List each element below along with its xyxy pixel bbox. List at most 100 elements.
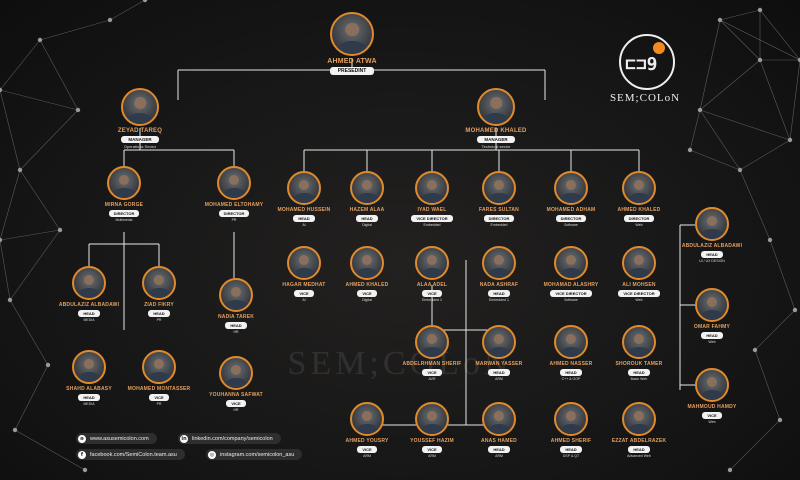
avatar-torso <box>127 113 153 124</box>
role-badge: DIRECTOR <box>108 210 140 217</box>
avatar-torso <box>628 193 650 203</box>
person-name: EZZAT ABDELRAZEK <box>611 438 667 444</box>
avatar-head <box>361 254 373 265</box>
role-badge: PRESEDINT <box>329 67 375 75</box>
avatar-head <box>633 179 645 190</box>
avatar <box>142 350 176 384</box>
person-name: IYAD WAEL <box>417 207 447 213</box>
person-card-youhanna: YOUHANNA SAFWAT VICE HR <box>181 356 291 412</box>
avatar <box>554 171 588 205</box>
avatar-torso <box>488 347 510 357</box>
department-label: Embedded 1 <box>422 298 442 302</box>
department-label: Software <box>564 298 578 302</box>
avatar <box>107 166 141 200</box>
avatar-head <box>230 286 242 297</box>
department-label: Web <box>708 340 716 344</box>
avatar-torso <box>78 288 100 298</box>
avatar-head <box>230 364 242 375</box>
avatar-torso <box>421 347 443 357</box>
linkedin-link[interactable]: in linkedin.com/company/semicolon <box>178 433 281 444</box>
avatar-head <box>298 254 310 265</box>
avatar-torso <box>560 193 582 203</box>
avatar <box>622 402 656 436</box>
avatar <box>482 325 516 359</box>
department-label: PR <box>231 218 237 222</box>
role-badge: DIRECTOR <box>483 215 515 222</box>
avatar-head <box>361 179 373 190</box>
department-label: Digital <box>362 223 372 227</box>
role-badge: DIRECTOR <box>218 210 250 217</box>
avatar-torso <box>356 424 378 434</box>
department-label: Basic Web <box>630 377 648 381</box>
person-card-mirna: MIRNA GORGE DIRECTOR Multimedia <box>69 166 179 222</box>
person-name: MOHAMED KHALED <box>465 128 527 134</box>
avatar <box>695 288 729 322</box>
avatar <box>554 325 588 359</box>
org-chart: SEM;COLoN ⊏⊐9 SEM;COLoN AHMED ATWA PRESED… <box>0 0 800 480</box>
avatar <box>622 325 656 359</box>
department-label: PR <box>156 318 162 322</box>
avatar-torso <box>483 113 509 124</box>
person-name: SHOROUK TAMER <box>615 361 663 367</box>
avatar <box>72 266 106 300</box>
logo-glyph: ⊏⊐9 <box>625 54 658 75</box>
department-label: AI <box>302 298 306 302</box>
person-name: ALI MOHSEN <box>622 282 656 288</box>
department-label: MEDIA <box>83 402 95 406</box>
avatar <box>482 171 516 205</box>
instagram-link[interactable]: ◎ instagram.com/semicolon_asu <box>206 449 303 460</box>
avatar-head <box>490 97 502 110</box>
role-badge: VICE <box>357 446 377 453</box>
person-card-zeyad: ZEYAD TAREQ MANAGER Operations Sector <box>85 88 195 149</box>
department-label: AVR <box>428 377 436 381</box>
role-badge: MANAGER <box>121 136 159 143</box>
person-name: ANAS HAMED <box>481 438 517 444</box>
avatar <box>482 402 516 436</box>
avatar-torso <box>225 300 247 310</box>
person-card-mkhaled: MOHAMED KHALED MANAGER Technical sector <box>441 88 551 149</box>
avatar-head <box>426 179 438 190</box>
facebook-icon: f <box>78 450 86 459</box>
person-name: YOUHANNA SAFWAT <box>209 392 263 398</box>
role-badge: VICE DIRECTOR <box>618 290 660 297</box>
role-badge: HEAD <box>701 332 723 339</box>
department-label: Digital <box>362 298 372 302</box>
avatar-head <box>565 410 577 421</box>
person-card-atwa: AHMED ATWA PRESEDINT <box>297 12 407 75</box>
role-badge: VICE <box>226 400 246 407</box>
department-label: ARM <box>428 454 436 458</box>
avatar-head <box>565 254 577 265</box>
avatar-head <box>361 410 373 421</box>
department-label: PR <box>156 402 162 406</box>
avatar-torso <box>421 424 443 434</box>
person-name: NADA ASHRAF <box>479 282 519 288</box>
role-badge: HEAD <box>628 369 650 376</box>
department-label: Technical sector <box>481 144 511 149</box>
avatar <box>622 171 656 205</box>
avatar-head <box>153 274 165 285</box>
role-badge: HEAD <box>78 310 100 317</box>
avatar-torso <box>628 347 650 357</box>
avatar-torso <box>628 424 650 434</box>
department-label: UI / UX DESIGN <box>699 259 725 263</box>
avatar-torso <box>560 424 582 434</box>
person-name: OMAR FAHMY <box>693 324 731 330</box>
department-label: Multimedia <box>115 218 133 222</box>
avatar-torso <box>701 390 723 400</box>
avatar-torso <box>421 193 443 203</box>
avatar <box>554 402 588 436</box>
role-badge: DIRECTOR <box>623 215 655 222</box>
linkedin-icon: in <box>180 434 188 443</box>
department-label: Embedded <box>490 223 508 227</box>
avatar-head <box>153 358 165 369</box>
website-link[interactable]: ⊕ www.asusemicolon.com <box>76 433 157 444</box>
avatar <box>217 166 251 200</box>
avatar-torso <box>225 378 247 388</box>
avatar <box>622 246 656 280</box>
facebook-link[interactable]: f facebook.com/SemiColon.team.asu <box>76 449 185 460</box>
avatar-torso <box>488 193 510 203</box>
globe-icon: ⊕ <box>78 434 86 443</box>
logo-dot <box>653 42 665 54</box>
logo-wordmark: SEM;COLoN <box>609 92 681 104</box>
avatar-head <box>426 333 438 344</box>
